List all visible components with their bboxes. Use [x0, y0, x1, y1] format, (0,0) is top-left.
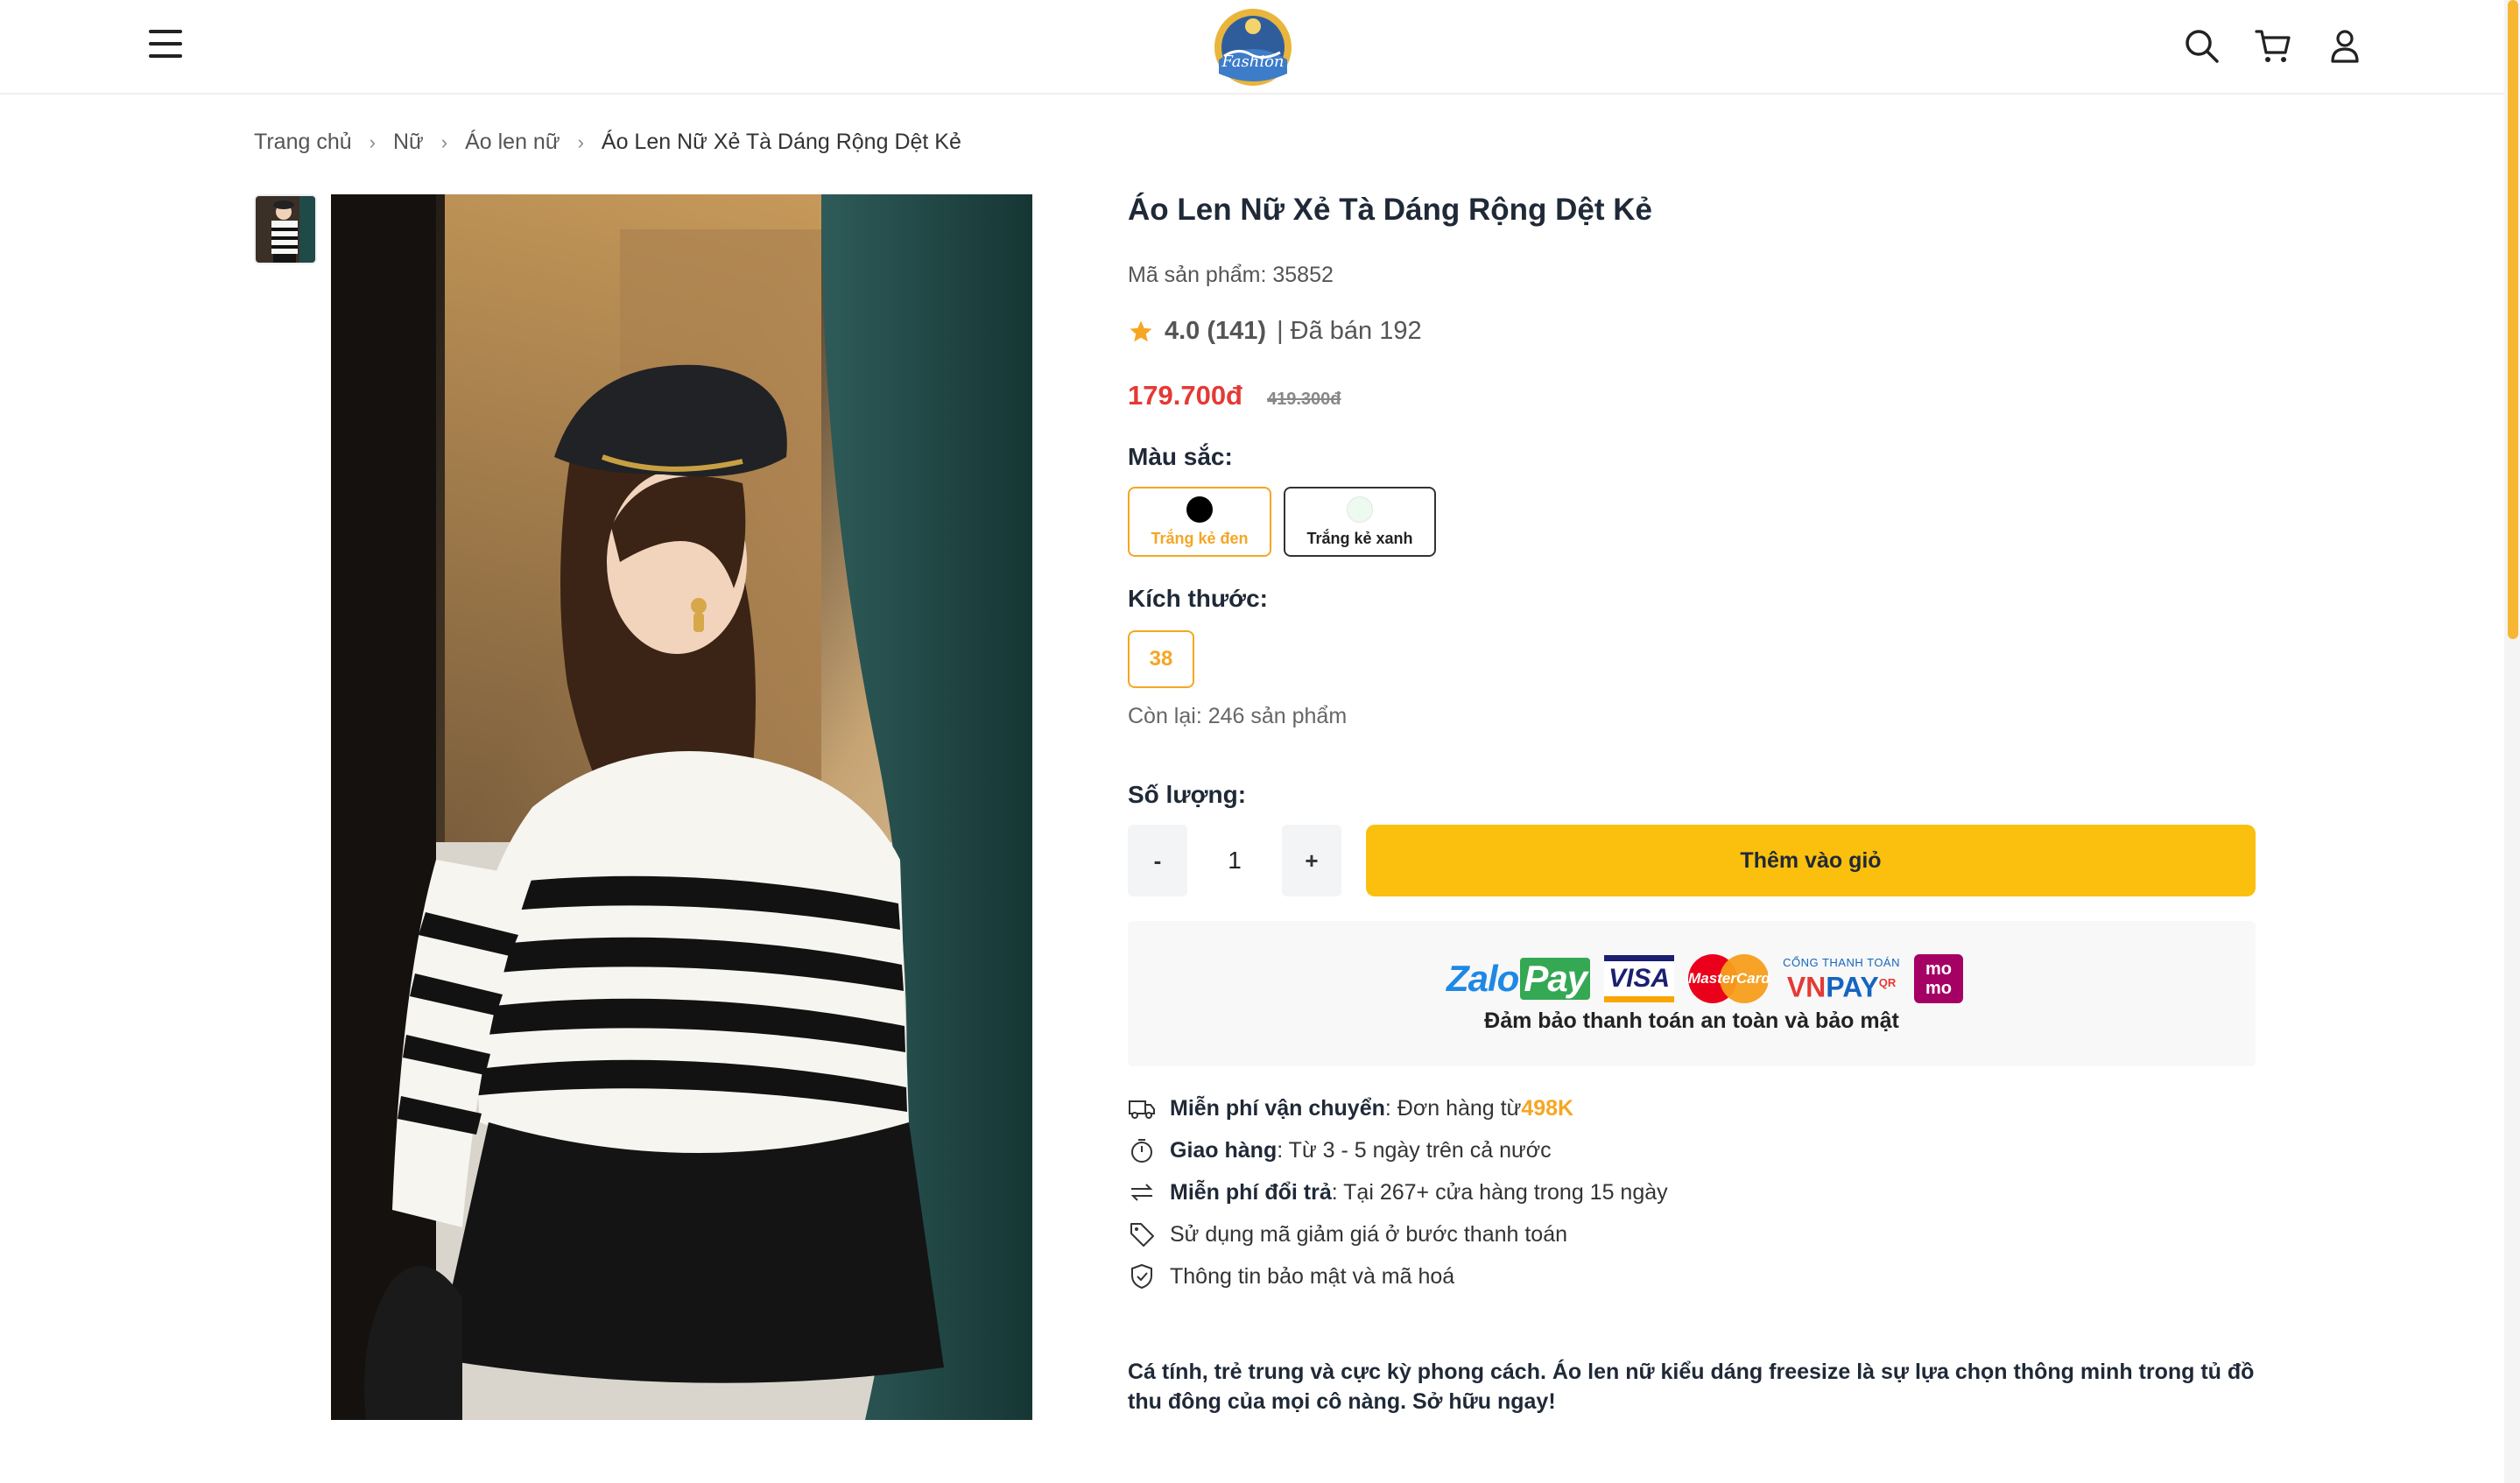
breadcrumb-women[interactable]: Nữ [393, 130, 424, 155]
stock-remaining: Còn lại: 246 sản phẩm [1128, 704, 1348, 728]
site-header: Fashion [0, 0, 2504, 95]
perk-discount-code: Sử dụng mã giảm giá ở bước thanh toán [1128, 1213, 1668, 1255]
product-title: Áo Len Nữ Xẻ Tà Dáng Rộng Dệt Kẻ [1128, 193, 1652, 227]
mastercard-text: MasterCard [1688, 970, 1770, 987]
product-description: Cá tính, trẻ trung và cực kỳ phong cách.… [1128, 1360, 2255, 1414]
exchange-icon [1128, 1178, 1156, 1206]
quantity-increase-button[interactable]: + [1282, 825, 1341, 896]
mastercard-logo: MasterCard [1688, 954, 1770, 1003]
size-label: Kích thước: [1128, 585, 1268, 612]
perk-free-shipping: Miễn phí vận chuyển: Đơn hàng từ 498K [1128, 1087, 1668, 1129]
menu-icon[interactable] [149, 30, 182, 61]
visa-logo: VISA [1604, 955, 1675, 1002]
payment-security-note: Đảm bảo thanh toán an toàn và bảo mật [1484, 1009, 1899, 1033]
product-sku: Mã sản phẩm: 35852 [1128, 263, 1334, 287]
current-price: 179.700đ [1128, 380, 1242, 411]
breadcrumb-sweaters[interactable]: Áo len nữ [465, 130, 560, 155]
perk-text: : Tại 267+ cửa hàng trong 15 ngày [1331, 1179, 1668, 1205]
zalopay-logo: Zalo Pay [1447, 958, 1591, 1000]
rating-score: 4.0 (141) [1165, 317, 1267, 345]
perk-text: Thông tin bảo mật và mã hoá [1170, 1263, 1455, 1289]
color-option-blue-stripe[interactable]: Trắng kẻ xanh [1284, 487, 1436, 557]
brand-logo[interactable]: Fashion [1207, 4, 1299, 89]
perk-free-returns: Miễn phí đổi trả: Tại 267+ cửa hàng tron… [1128, 1171, 1668, 1213]
search-icon[interactable] [2182, 26, 2221, 65]
product-thumbnail[interactable] [254, 194, 317, 264]
perk-title: Miễn phí đổi trả [1170, 1179, 1332, 1205]
color-option-black-stripe[interactable]: Trắng kẻ đen [1128, 487, 1271, 557]
perk-text: : Từ 3 - 5 ngày trên cả nước [1277, 1137, 1552, 1163]
sold-count: | Đã bán 192 [1277, 317, 1422, 345]
breadcrumb-home[interactable]: Trang chủ [254, 130, 352, 155]
breadcrumb-current: Áo Len Nữ Xẻ Tà Dáng Rộng Dệt Kẻ [601, 130, 961, 154]
size-option-38[interactable]: 38 [1128, 630, 1194, 688]
vnpay-vn-text: VN [1786, 971, 1827, 1003]
perk-highlight: 498K [1521, 1095, 1574, 1121]
product-main-image[interactable] [331, 194, 1032, 1420]
perks-list: Miễn phí vận chuyển: Đơn hàng từ 498K Gi… [1128, 1087, 1668, 1297]
original-price: 419.300đ [1267, 390, 1341, 409]
color-swatch [1186, 496, 1213, 523]
chevron-right-icon: › [577, 130, 584, 153]
tag-icon [1128, 1220, 1156, 1248]
add-to-cart-button[interactable]: Thêm vào giỏ [1366, 825, 2256, 896]
color-label: Màu sắc: [1128, 443, 1233, 470]
quantity-input[interactable] [1196, 825, 1273, 896]
truck-icon [1128, 1094, 1156, 1122]
perk-security: Thông tin bảo mật và mã hoá [1128, 1255, 1668, 1297]
product-rating: 4.0 (141) | Đã bán 192 [1128, 317, 1422, 346]
quantity-label: Số lượng: [1128, 781, 1247, 808]
page-scrollbar[interactable] [2504, 0, 2520, 1483]
user-icon[interactable] [2326, 26, 2364, 65]
chevron-right-icon: › [369, 130, 376, 153]
shield-icon [1128, 1262, 1156, 1290]
timer-icon [1128, 1136, 1156, 1164]
perk-text: Sử dụng mã giảm giá ở bước thanh toán [1170, 1221, 1568, 1247]
vnpay-logo: CỔNG THANH TOÁN VNPAYQR [1783, 956, 1900, 1002]
vnpay-caption: CỔNG THANH TOÁN [1783, 956, 1900, 970]
vnpay-qr-text: QR [1878, 976, 1897, 990]
chevron-right-icon: › [440, 130, 448, 153]
color-swatch [1347, 496, 1373, 523]
cart-icon[interactable] [2254, 26, 2292, 65]
scrollbar-thumb[interactable] [2508, 0, 2518, 639]
color-option-label: Trắng kẻ xanh [1306, 529, 1413, 547]
perk-title: Giao hàng [1170, 1137, 1278, 1163]
payment-methods-box: Zalo Pay VISA MasterCard CỔNG THANH TOÁN … [1128, 921, 2256, 1066]
svg-text:Fashion: Fashion [1221, 53, 1284, 71]
payment-logos: Zalo Pay VISA MasterCard CỔNG THANH TOÁN … [1447, 952, 1977, 1005]
zalopay-pay-text: Pay [1520, 958, 1591, 1000]
vnpay-pay-text: PAY [1826, 971, 1879, 1003]
perk-title: Miễn phí vận chuyển [1170, 1095, 1385, 1121]
quantity-decrease-button[interactable]: - [1128, 825, 1187, 896]
breadcrumb: Trang chủ › Nữ › Áo len nữ › Áo Len Nữ X… [254, 130, 961, 155]
color-option-label: Trắng kẻ đen [1151, 529, 1249, 547]
momo-logo: mo mo [1914, 954, 1963, 1003]
star-icon [1130, 320, 1152, 341]
perk-text: : Đơn hàng từ [1384, 1095, 1522, 1121]
zalopay-text: Zalo [1447, 958, 1519, 999]
color-options: Trắng kẻ đen Trắng kẻ xanh [1128, 487, 1448, 557]
perk-delivery: Giao hàng: Từ 3 - 5 ngày trên cả nước [1128, 1129, 1668, 1171]
product-price: 179.700đ 419.300đ [1128, 380, 1341, 411]
